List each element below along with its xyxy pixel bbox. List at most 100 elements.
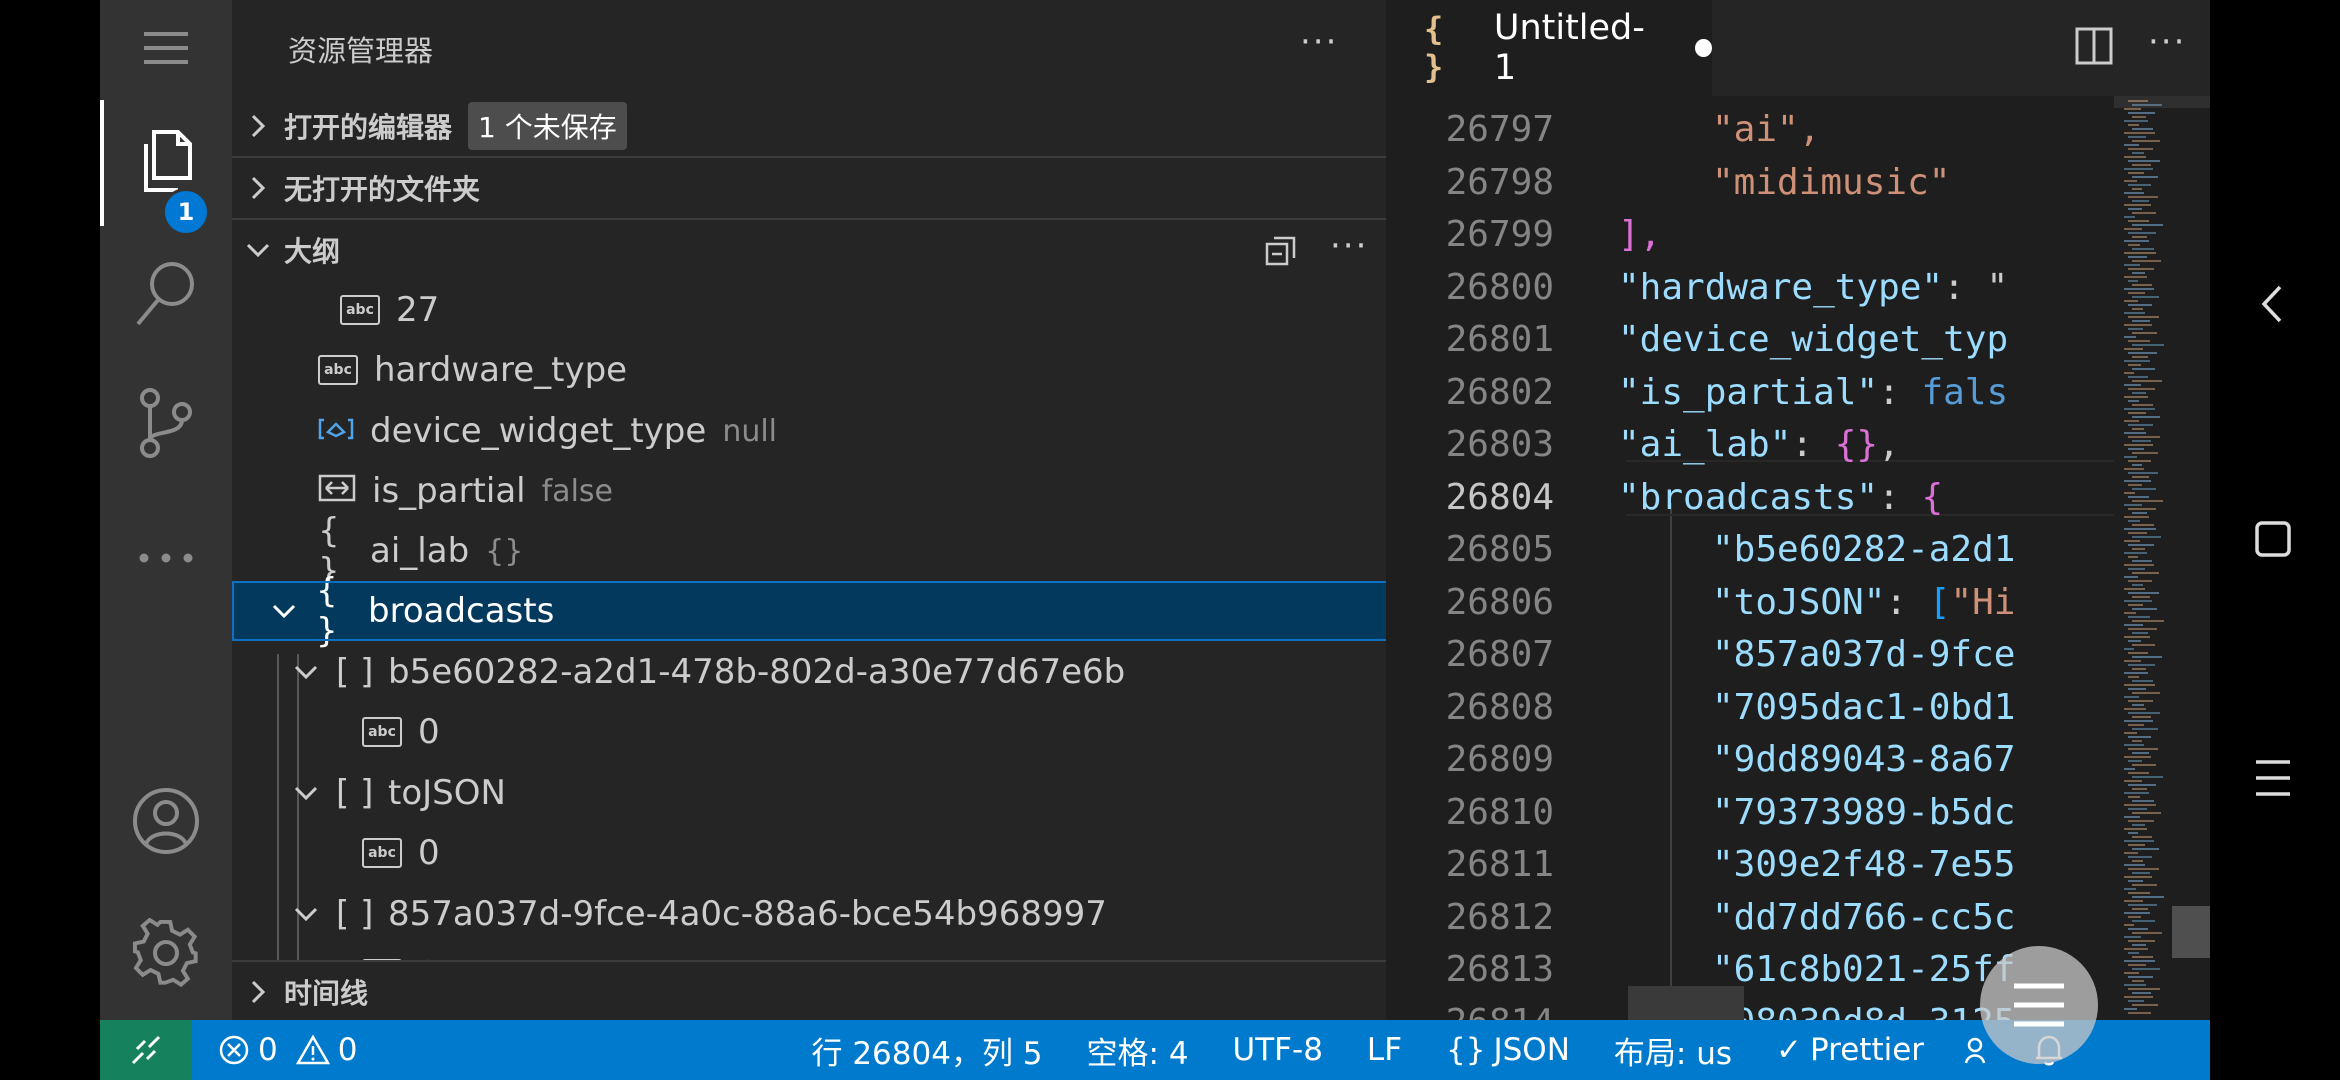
line-number: 26803 — [1445, 424, 1554, 465]
line-number: 26806 — [1445, 581, 1554, 623]
code-line: 26803 "ai_lab": {}, — [1386, 419, 2114, 471]
language-label: JSON — [1493, 1032, 1570, 1068]
code-token: "midimusic" — [1712, 161, 1951, 203]
line-number: 26814 — [1386, 997, 1554, 1021]
cursor-position[interactable]: 行 26804，列 5 — [811, 1028, 1042, 1073]
activity-bar: 1 — [100, 0, 232, 1020]
code-line: 26797 "ai", — [1386, 104, 2114, 156]
code-token: "broadcasts" — [1618, 476, 1879, 518]
code-line: 26806 "toJSON": ["Hi — [1386, 577, 2114, 629]
outline-item[interactable]: [ ] 857a037d-9fce-4a0c-88a6-bce54b968997 — [232, 884, 1386, 944]
problems-indicator[interactable]: 0 0 — [218, 1032, 357, 1068]
code-token: : — [1885, 581, 1929, 623]
search-icon[interactable] — [100, 258, 232, 330]
collapse-all-icon[interactable] — [1264, 234, 1298, 272]
code-token: "79373989-b5dc — [1712, 791, 2016, 833]
editor: { } Untitled-1 ··· 26797 "ai", 26798 "midim… — [1386, 0, 2210, 1020]
menu-icon[interactable] — [100, 30, 232, 66]
check-icon: ✓ — [1776, 1032, 1802, 1068]
code-text: ], — [1618, 209, 1661, 261]
outline-item[interactable]: abc 0 — [232, 944, 1386, 960]
string-icon: abc — [362, 717, 402, 747]
end-of-line[interactable]: LF — [1367, 1032, 1402, 1068]
string-icon: abc — [318, 355, 358, 385]
string-icon: abc — [362, 838, 402, 868]
more-icon[interactable] — [100, 538, 232, 578]
array-icon: [ ] — [336, 773, 374, 813]
code-token: { — [1921, 476, 1944, 518]
split-editor-icon[interactable] — [2074, 26, 2114, 70]
home-icon[interactable] — [2254, 520, 2292, 562]
settings-icon[interactable] — [100, 918, 232, 988]
code-text: "b5e60282-a2d1 — [1712, 524, 2015, 576]
minimap[interactable] — [2114, 96, 2210, 1020]
outline-item[interactable]: abc 0 — [232, 823, 1386, 883]
tab-untitled[interactable]: { } Untitled-1 — [1386, 0, 1713, 96]
json-file-icon: { } — [1424, 10, 1444, 86]
code-line: 26807 "857a037d-9fce — [1386, 629, 2114, 681]
system-nav-bar — [2210, 0, 2340, 1080]
outline-item[interactable]: { } ai_lab {} — [232, 511, 1386, 591]
code-text: "08039d8d-3125 — [1712, 997, 2015, 1021]
code-token: "hardware_type" — [1618, 266, 1944, 308]
code-line: 26808 "7095dac1-0bd1 — [1386, 682, 2114, 734]
outline-more-icon[interactable]: ··· — [1330, 226, 1368, 266]
back-icon[interactable] — [2260, 284, 2284, 328]
code-token: "857a037d-9fce — [1712, 634, 2016, 675]
code-text: "hardware_type": " — [1618, 262, 2008, 314]
editor-more-icon[interactable]: ··· — [2148, 22, 2186, 62]
accounts-icon[interactable] — [100, 786, 232, 856]
line-number: 26807 — [1445, 634, 1554, 675]
section-timeline[interactable]: 时间线 — [232, 960, 1386, 1022]
section-open-editors[interactable]: 打开的编辑器 1 个未保存 — [232, 96, 1386, 156]
encoding[interactable]: UTF-8 — [1233, 1032, 1323, 1068]
sidebar-title: 资源管理器 — [288, 34, 434, 68]
source-control-icon[interactable] — [100, 386, 232, 460]
outline-item-selected[interactable]: { } broadcasts — [232, 571, 1386, 651]
unsaved-dot-icon[interactable] — [1695, 39, 1713, 57]
code-token: : — [1791, 424, 1835, 465]
chevron-down-icon — [232, 240, 284, 260]
language-mode[interactable]: {} JSON — [1446, 1032, 1570, 1068]
outline-item[interactable]: device_widget_type null — [232, 401, 1386, 461]
outline-item[interactable]: abc 27 — [232, 280, 1386, 340]
code-area[interactable]: 26797 "ai", 26798 "midimusic" 26799], 26800 "h… — [1386, 96, 2114, 1020]
outline-item[interactable]: [ ] toJSON — [232, 763, 1386, 823]
code-token: : — [1878, 371, 1922, 413]
remote-indicator[interactable] — [100, 1020, 192, 1080]
chevron-right-icon — [232, 113, 284, 139]
array-icon: [ ] — [336, 894, 374, 934]
line-number: 26799 — [1445, 214, 1554, 255]
section-outline[interactable]: 大纲 ··· — [232, 218, 1386, 280]
code-token: {} — [1834, 424, 1879, 465]
line-number: 26809 — [1445, 739, 1554, 780]
outline-item[interactable]: abc 0 — [232, 702, 1386, 762]
warning-icon — [295, 1034, 330, 1065]
code-token: ], — [1618, 214, 1662, 255]
outline-item[interactable]: [ ] b5e60282-a2d1-478b-802d-a30e77d67e6b — [232, 642, 1386, 702]
code-token: "ai_lab" — [1618, 424, 1792, 465]
recents-icon[interactable] — [2254, 758, 2292, 802]
outline-item[interactable]: abc hardware_type — [232, 340, 1386, 400]
code-text: "79373989-b5dc — [1712, 787, 2015, 839]
sidebar-more-icon[interactable]: ··· — [1300, 22, 1338, 62]
code-token: "is_partial" — [1618, 371, 1879, 413]
code-token: "ai", — [1712, 109, 1821, 150]
code-token: "309e2f48-7e55 — [1712, 844, 2016, 885]
section-no-folder[interactable]: 无打开的文件夹 — [232, 156, 1386, 218]
outline-item[interactable]: is_partial false — [232, 461, 1386, 521]
prettier-status[interactable]: ✓ Prettier — [1776, 1032, 1924, 1068]
scrollbar-thumb[interactable] — [2172, 906, 2210, 958]
code-line: 26811 "309e2f48-7e55 — [1386, 839, 2114, 891]
explorer-icon[interactable]: 1 — [100, 126, 232, 236]
minimap-canvas — [2114, 96, 2210, 1014]
floating-menu-button[interactable] — [1980, 946, 2098, 1064]
code-text: "device_widget_typ — [1618, 314, 2008, 366]
horizontal-scrollbar-thumb[interactable] — [1628, 986, 1744, 1020]
sidebar: 资源管理器 ··· 打开的编辑器 1 个未保存 无打开的文件夹 大纲 ··· a… — [232, 0, 1386, 1022]
object-icon: { } — [316, 571, 338, 651]
indentation[interactable]: 空格: 4 — [1087, 1028, 1189, 1073]
code-token: "61c8b021-25ff — [1712, 949, 2016, 990]
code-token: "Hi — [1950, 581, 2016, 623]
keyboard-layout[interactable]: 布局: us — [1614, 1028, 1732, 1073]
